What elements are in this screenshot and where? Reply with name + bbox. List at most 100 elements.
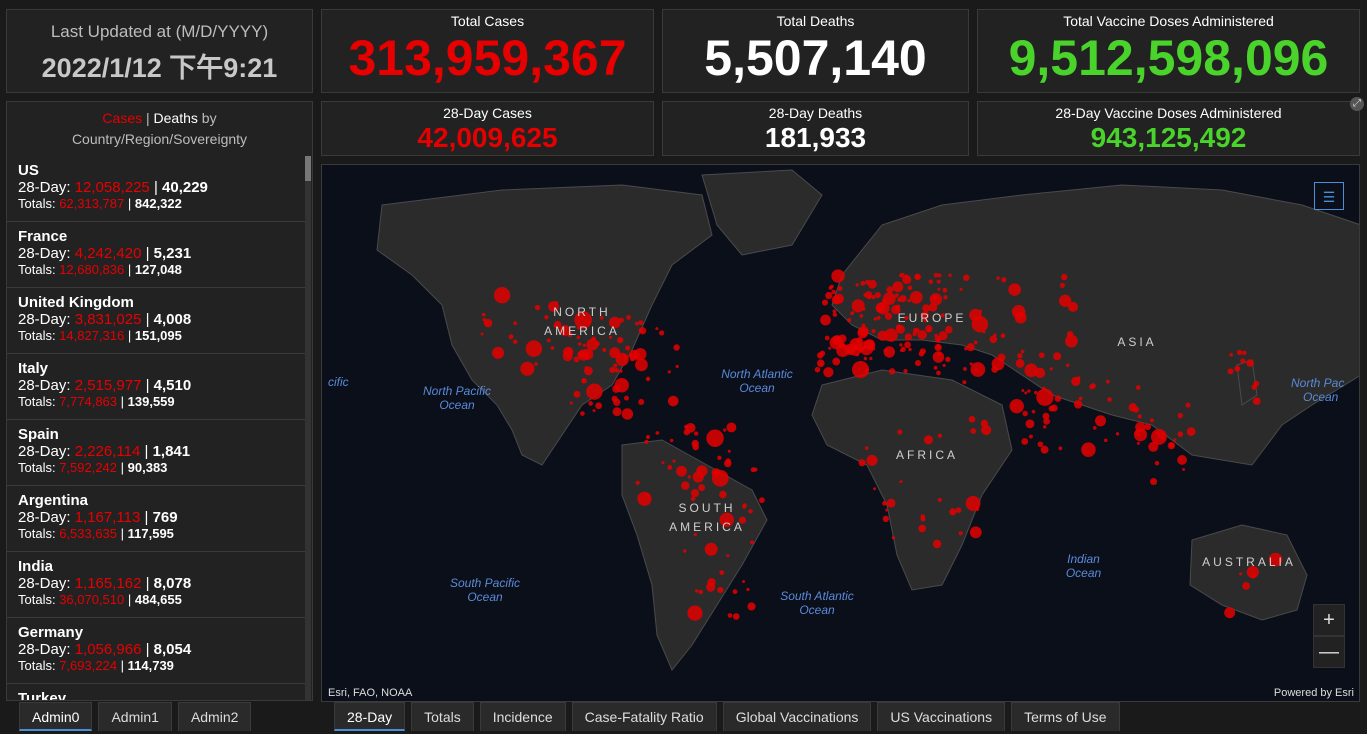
case-dot <box>968 415 976 423</box>
case-dot <box>1073 400 1083 409</box>
day28-label: 28-Day: <box>18 509 75 526</box>
case-dot <box>723 428 727 432</box>
country-list-item[interactable]: India 28-Day: 1,165,162 | 8,078 Totals: 36… <box>7 552 305 618</box>
map-view-tabs: 28-Day Totals Incidence Case-Fatality Ratio… <box>334 702 1126 734</box>
country-list-item[interactable]: Turkey <box>7 684 305 700</box>
tab-admin2[interactable]: Admin2 <box>177 702 252 731</box>
case-dot <box>1042 412 1050 420</box>
country-total-cases: 7,693,224 <box>59 658 118 673</box>
case-dot <box>888 368 896 375</box>
country-list-item[interactable]: Germany 28-Day: 1,056,966 | 8,054 Totals: … <box>7 618 305 684</box>
case-dot <box>732 589 738 595</box>
country-list-item[interactable]: US 28-Day: 12,058,225 | 40,229 Totals: 62,… <box>7 156 305 222</box>
totals-label: Totals: <box>18 196 60 211</box>
tab-case-fatality-ratio[interactable]: Case-Fatality Ratio <box>571 702 717 731</box>
list-scroll-thumb[interactable] <box>305 156 311 181</box>
cases-28day-label: 28-Day Cases <box>443 105 532 121</box>
case-dot <box>949 508 957 516</box>
list-icon[interactable]: ☰ <box>1314 182 1344 210</box>
powered-by-esri[interactable]: Powered by Esri <box>1274 687 1354 699</box>
case-dot <box>492 346 505 359</box>
case-dot <box>719 490 727 499</box>
country-total-deaths: 484,655 <box>134 592 182 607</box>
case-dot <box>885 508 889 512</box>
case-dot <box>1182 468 1186 472</box>
country-28day-deaths: 8,054 <box>153 641 192 658</box>
map-canvas[interactable] <box>322 165 1360 702</box>
case-dot <box>1078 396 1083 401</box>
case-dot <box>907 298 911 303</box>
country-list-item[interactable]: Italy 28-Day: 2,515,977 | 4,510 Totals: 7,… <box>7 354 305 420</box>
case-dot <box>717 586 724 594</box>
tab-admin0[interactable]: Admin0 <box>19 702 93 731</box>
case-dot <box>1246 359 1255 367</box>
case-dot <box>1094 415 1107 427</box>
tab-incidence[interactable]: Incidence <box>479 702 566 731</box>
case-dot <box>832 357 841 366</box>
list-scrollbar[interactable] <box>305 156 311 700</box>
country-name: India <box>18 558 54 575</box>
list-header-deaths[interactable]: Deaths <box>154 110 198 126</box>
case-dot <box>832 312 838 317</box>
country-totals-line: Totals: 36,070,510 | 484,655 <box>18 592 305 607</box>
case-dot <box>630 356 635 362</box>
case-dot <box>578 349 590 361</box>
case-dot <box>623 395 629 401</box>
country-28day-cases: 12,058,225 <box>74 179 150 196</box>
case-dot <box>915 328 920 333</box>
ocean-label-line: North Pacific <box>422 384 492 398</box>
separator: | <box>124 592 135 607</box>
case-dot <box>726 554 730 558</box>
tab-global-vaccinations[interactable]: Global Vaccinations <box>722 702 872 731</box>
day28-label: 28-Day: <box>18 311 75 328</box>
case-dot <box>831 269 845 283</box>
case-dot <box>881 298 887 303</box>
zoom-out-button[interactable]: — <box>1313 636 1345 668</box>
tab-us-vaccinations[interactable]: US Vaccinations <box>877 702 1006 731</box>
case-dot <box>864 368 869 372</box>
case-dot <box>973 340 978 345</box>
case-dot <box>902 275 912 285</box>
country-list[interactable]: US 28-Day: 12,058,225 | 40,229 Totals: 62,… <box>7 156 305 700</box>
country-list-item[interactable]: France 28-Day: 4,242,420 | 5,231 Totals: 1… <box>7 222 305 288</box>
separator: | <box>141 311 154 328</box>
tab-28-day[interactable]: 28-Day <box>334 702 406 731</box>
case-dot <box>942 287 948 293</box>
case-dot <box>1024 391 1028 395</box>
list-header-cases[interactable]: Cases <box>102 110 142 126</box>
case-dot <box>569 401 573 405</box>
country-total-deaths: 114,739 <box>127 658 174 673</box>
case-dot <box>1000 333 1006 339</box>
tab-terms-of-use[interactable]: Terms of Use <box>1011 702 1120 731</box>
list-header-line2: Country/Region/Sovereignty <box>71 131 248 147</box>
country-list-item[interactable]: United Kingdom 28-Day: 3,831,025 | 4,008 T… <box>7 288 305 354</box>
case-dot <box>824 335 830 341</box>
case-dot <box>698 484 706 491</box>
zoom-in-button[interactable]: + <box>1313 604 1345 636</box>
case-dot <box>1092 426 1097 430</box>
country-28day-deaths: 40,229 <box>162 179 208 196</box>
case-dot <box>685 422 696 433</box>
separator: | <box>117 394 128 409</box>
case-dot <box>563 346 574 358</box>
case-dot <box>493 287 511 304</box>
expand-icon[interactable]: ⤢ <box>1350 97 1364 111</box>
case-dot <box>970 362 986 377</box>
country-28day-cases: 3,831,025 <box>74 311 142 328</box>
tab-totals[interactable]: Totals <box>411 702 474 731</box>
case-dot <box>655 327 659 331</box>
day28-label: 28-Day: <box>18 641 75 658</box>
tab-admin1[interactable]: Admin1 <box>98 702 172 731</box>
continent-label-south-america: SOUTH AMERICA <box>657 499 757 537</box>
case-dot <box>909 290 923 304</box>
country-list-item[interactable]: Argentina 28-Day: 1,167,113 | 769 Totals: … <box>7 486 305 552</box>
case-dot <box>1037 441 1044 448</box>
case-dot <box>823 367 834 378</box>
case-dot <box>882 501 887 506</box>
country-list-item[interactable]: Spain 28-Day: 2,226,114 | 1,841 Totals: 7,… <box>7 420 305 486</box>
case-dot <box>825 291 833 300</box>
world-map[interactable]: cific North Pacific Ocean North Atlantic O… <box>321 164 1360 702</box>
case-dot <box>658 330 665 336</box>
case-dot <box>914 273 921 281</box>
case-dot <box>1177 431 1184 437</box>
